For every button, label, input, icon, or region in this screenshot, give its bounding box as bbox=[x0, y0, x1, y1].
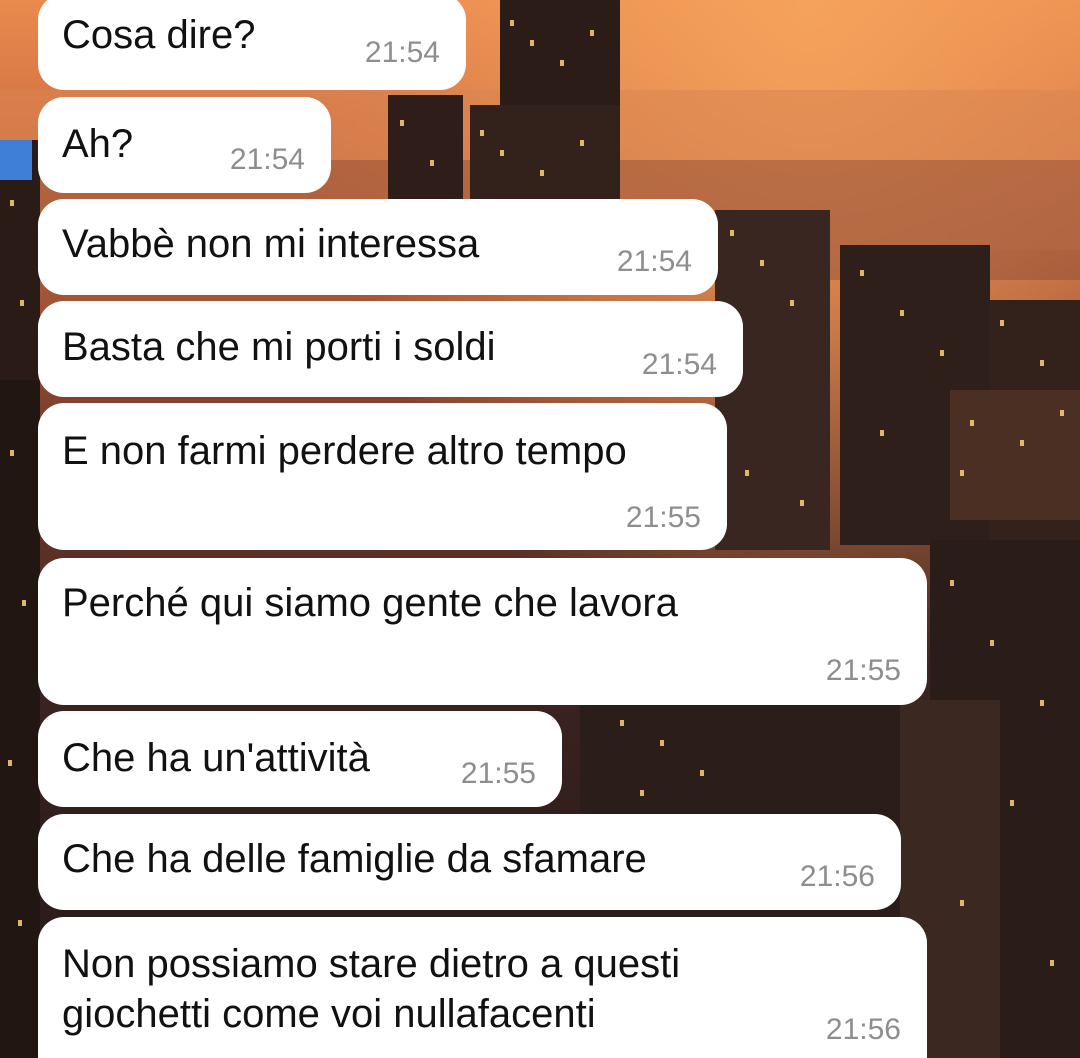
message-bubble[interactable]: Cosa dire? 21:54 bbox=[38, 0, 466, 90]
message-bubble[interactable]: Che ha un'attività 21:55 bbox=[38, 711, 562, 807]
message-bubble[interactable]: Ah? 21:54 bbox=[38, 97, 331, 193]
message-bubble[interactable]: Basta che mi porti i soldi 21:54 bbox=[38, 301, 743, 397]
message-timestamp: 21:55 bbox=[625, 501, 701, 534]
message-text: Che ha delle famiglie da sfamare bbox=[62, 837, 647, 881]
message-bubble[interactable]: Che ha delle famiglie da sfamare 21:56 bbox=[38, 814, 901, 910]
message-timestamp: 21:54 bbox=[641, 348, 717, 381]
message-text: Non possiamo stare dietro a questi gioch… bbox=[62, 942, 681, 1036]
message-text: Perché qui siamo gente che lavora bbox=[62, 581, 678, 625]
message-bubble[interactable]: Vabbè non mi interessa 21:54 bbox=[38, 199, 718, 295]
message-timestamp: 21:54 bbox=[616, 245, 692, 278]
message-bubble[interactable]: E non farmi perdere altro tempo 21:55 bbox=[38, 403, 727, 550]
message-text: Che ha un'attività bbox=[62, 736, 370, 780]
message-timestamp: 21:54 bbox=[229, 143, 305, 176]
message-text: E non farmi perdere altro tempo bbox=[62, 429, 627, 473]
message-timestamp: 21:56 bbox=[799, 860, 875, 893]
message-timestamp: 21:56 bbox=[825, 1013, 901, 1046]
message-text: Basta che mi porti i soldi bbox=[62, 325, 496, 369]
message-text: Ah? bbox=[62, 122, 134, 166]
message-bubble[interactable]: Perché qui siamo gente che lavora 21:55 bbox=[38, 558, 927, 705]
message-text: Cosa dire? bbox=[62, 13, 256, 57]
message-text: Vabbè non mi interessa bbox=[62, 222, 480, 266]
message-timestamp: 21:55 bbox=[825, 654, 901, 687]
message-timestamp: 21:54 bbox=[364, 36, 440, 69]
message-timestamp: 21:55 bbox=[460, 757, 536, 790]
message-bubble[interactable]: Non possiamo stare dietro a questi gioch… bbox=[38, 917, 927, 1058]
message-list[interactable]: Cosa dire? 21:54 Ah? 21:54 Vabbè non mi … bbox=[0, 0, 1080, 1058]
